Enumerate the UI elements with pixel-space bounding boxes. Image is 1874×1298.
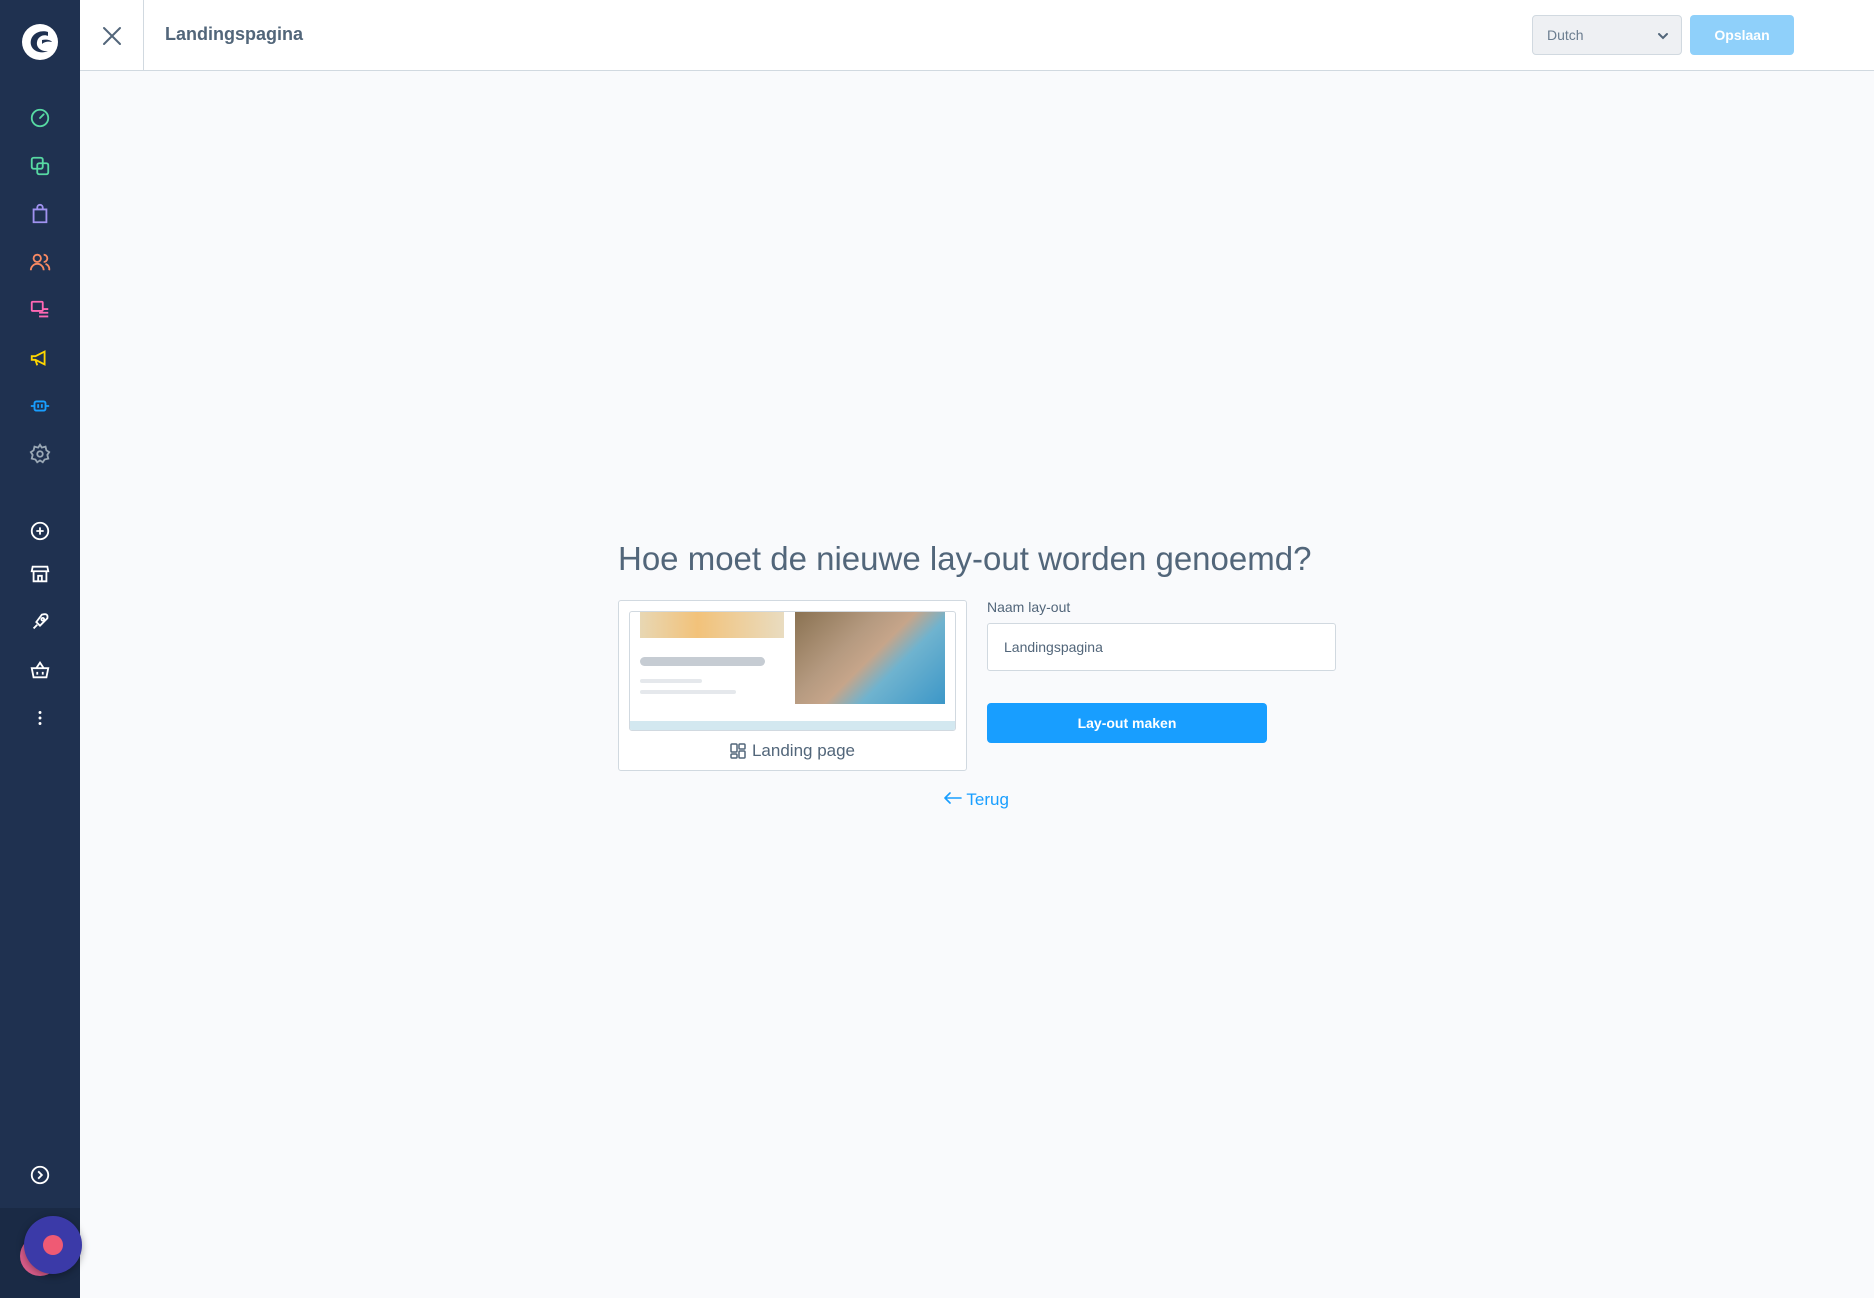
preview-text-line — [640, 679, 702, 683]
language-select[interactable]: Dutch — [1532, 15, 1682, 55]
page-question: Hoe moet de nieuwe lay-out worden genoem… — [618, 540, 1312, 577]
basket-icon[interactable] — [24, 654, 56, 686]
marketing-icon[interactable] — [24, 342, 56, 374]
back-link-label: Terug — [966, 790, 1009, 809]
preview-heading-line — [640, 657, 765, 666]
back-link[interactable]: Terug — [944, 790, 1009, 810]
app: Landingspagina Dutch Opslaan Hoe moet de… — [0, 0, 1874, 1298]
layout-name-label: Naam lay-out — [987, 599, 1071, 615]
more-icon[interactable] — [24, 702, 56, 734]
rocket-icon[interactable] — [24, 606, 56, 638]
content-icon[interactable] — [24, 294, 56, 326]
create-layout-button[interactable]: Lay-out maken — [987, 703, 1267, 743]
layout-name-input[interactable] — [987, 623, 1336, 671]
notification-dot — [43, 1235, 63, 1255]
preview-image-right — [795, 612, 945, 704]
add-sales-channel-icon[interactable] — [24, 515, 56, 547]
layout-type-card[interactable]: Landing page — [618, 600, 967, 771]
extensions-icon[interactable] — [24, 390, 56, 422]
dashboard-icon[interactable] — [24, 102, 56, 134]
page-title: Landingspagina — [165, 24, 304, 44]
preview-footer-band — [630, 721, 955, 730]
header: Landingspagina Dutch Opslaan — [80, 0, 1874, 71]
customers-icon[interactable] — [24, 246, 56, 278]
storefront-icon[interactable] — [24, 558, 56, 590]
settings-icon[interactable] — [24, 438, 56, 470]
close-icon — [102, 26, 121, 45]
preview-image-top — [640, 612, 784, 638]
preview-text-line — [640, 690, 736, 694]
layout-preview — [629, 611, 956, 731]
layout-icon — [730, 743, 746, 759]
language-select-value: Dutch — [1547, 27, 1584, 43]
layout-type-label: Landing page — [619, 741, 966, 761]
sidebar — [0, 0, 82, 1298]
layout-type-name: Landing page — [751, 741, 856, 760]
logo[interactable] — [18, 20, 62, 64]
save-button[interactable]: Opslaan — [1690, 15, 1794, 55]
assistant-bubble[interactable] — [24, 1216, 82, 1274]
close-button[interactable] — [80, 0, 144, 71]
collapse-icon[interactable] — [24, 1159, 56, 1191]
catalogues-icon[interactable] — [24, 150, 56, 182]
orders-icon[interactable] — [24, 198, 56, 230]
arrow-left-icon — [944, 792, 962, 804]
chevron-down-icon — [1658, 33, 1668, 40]
